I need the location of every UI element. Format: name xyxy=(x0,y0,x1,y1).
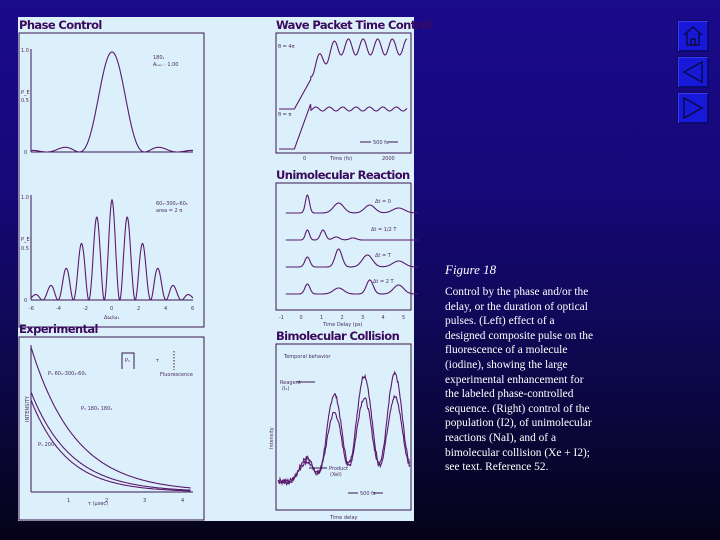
experimental-panel: INTENSITY P₁ 60₁-300₂-60₁ P₁ 180₁ 180₁ P… xyxy=(18,336,205,521)
xtick: -4 xyxy=(56,306,61,312)
trace-label: θ = π xyxy=(278,112,291,118)
xtick: 0 xyxy=(300,315,303,321)
figure-title: Figure 18 xyxy=(445,262,497,277)
xtick: 3 xyxy=(361,315,364,321)
svg-text:(I₂): (I₂) xyxy=(282,386,289,392)
scale-bar: 500 fs xyxy=(360,491,376,497)
xtick: 1 xyxy=(67,498,70,504)
xlabel: Time Delay (ps) xyxy=(322,322,362,328)
ylabel: P_E xyxy=(21,237,30,243)
xtick: -2 xyxy=(83,306,88,312)
svg-text:(XeI): (XeI) xyxy=(330,472,342,478)
ytick: 0 xyxy=(24,150,27,156)
svg-text:P₁: P₁ xyxy=(125,358,130,364)
bimolecular-panel: Temporal behavior Intensity Reagent (I₂)… xyxy=(269,343,412,521)
wave-packet-panel: θ = 4π θ = π 500 fs 0 2000 Time (fs) xyxy=(275,32,412,162)
panel-title-unimolecular: Unimolecular Reaction xyxy=(276,168,410,182)
xtick: 3 xyxy=(143,498,146,504)
ytick: 1.0 xyxy=(21,48,29,54)
trace-label: Δt = 0 xyxy=(375,199,391,205)
svg-text:τ: τ xyxy=(156,358,159,364)
xtick: 6 xyxy=(191,306,194,312)
curve-label: P₁ 200₁ xyxy=(38,442,56,448)
annotation: area = 2 π xyxy=(156,208,182,214)
trace xyxy=(285,279,418,295)
xtick: -6 xyxy=(29,306,34,312)
panel-title-phase-control: Phase Control xyxy=(19,18,102,32)
xtick: 2000 xyxy=(382,156,395,162)
ylabel: INTENSITY xyxy=(25,395,31,422)
unimolecular-panel: Δt = 0 Δt = 1/2 T Δt = T Δt = 2 T -1 0 1 2 3… xyxy=(275,182,418,328)
xtick: 0 xyxy=(303,156,306,162)
figure-caption: Figure 18 Control by the phase and/or th… xyxy=(445,262,595,475)
xtick: 0 xyxy=(110,306,113,312)
curve-label: P₁ 180₁ 180₁ xyxy=(81,406,112,412)
phase-control-panel: 1.0 0.5 0 P_E 180₁ Aₙₑₒ · 1.00 1.0 0.5 0… xyxy=(18,32,205,328)
svg-text:Temporal behavior: Temporal behavior xyxy=(283,354,331,360)
xtick: -1 xyxy=(279,315,284,321)
curve-composite xyxy=(30,346,191,489)
ylabel: P_E xyxy=(21,90,30,96)
triangle-right-icon xyxy=(683,96,704,120)
inset-label: Fluorescence xyxy=(160,372,193,378)
triangle-left-icon xyxy=(682,60,703,84)
annotation: Aₙₑₒ · 1.00 xyxy=(153,62,178,68)
annotation: 180₁ xyxy=(153,55,165,61)
annotation: 60₁-300₂-60₁ xyxy=(156,201,188,207)
home-icon xyxy=(683,26,703,46)
home-button[interactable] xyxy=(677,20,709,52)
scale-bar: 500 fs xyxy=(373,140,389,146)
trace-label: θ = 4π xyxy=(278,44,295,50)
trace-label: Δt = T xyxy=(375,253,392,259)
ytick: 0.5 xyxy=(21,98,29,104)
ytick: 0.5 xyxy=(21,246,29,252)
panel-title-wave-packet: Wave Packet Time Control xyxy=(276,18,432,32)
figure-image: Phase Control 1.0 0.5 0 P_E 180₁ Aₙₑₒ · … xyxy=(18,17,432,521)
panel-title-experimental: Experimental xyxy=(19,322,98,336)
trace xyxy=(285,194,418,214)
xtick: 1 xyxy=(320,315,323,321)
xlabel: Time (fs) xyxy=(329,156,352,162)
curve-composite-pulse xyxy=(30,198,194,302)
curve-theta-4pi xyxy=(279,38,408,110)
xtick: 4 xyxy=(382,315,385,321)
xtick: 4 xyxy=(181,498,184,504)
next-button[interactable] xyxy=(677,92,709,124)
panel-border xyxy=(18,32,205,328)
xtick: 4 xyxy=(164,306,167,312)
panel-title-bimolecular: Bimolecular Collision xyxy=(276,329,400,343)
xlabel: τ (μsec) xyxy=(88,501,108,507)
xtick: 5 xyxy=(402,315,405,321)
xlabel: Time delay xyxy=(329,515,358,521)
xtick: 2 xyxy=(341,315,344,321)
trace-label: Δt = 2 T xyxy=(373,279,395,285)
ytick: 0 xyxy=(24,298,27,304)
caption-text: Control by the phase and/or the delay, o… xyxy=(445,286,594,474)
xtick: 2 xyxy=(137,306,140,312)
trace-label: Δt = 1/2 T xyxy=(371,227,397,233)
ytick: 1.0 xyxy=(21,195,29,201)
trace xyxy=(285,229,418,241)
curve-label: P₁ 60₁-300₂-60₁ xyxy=(48,371,87,377)
xlabel: Δω/ω₁ xyxy=(104,315,119,321)
ylabel: Intensity xyxy=(269,427,275,449)
trace xyxy=(285,248,418,268)
previous-button[interactable] xyxy=(677,56,709,88)
